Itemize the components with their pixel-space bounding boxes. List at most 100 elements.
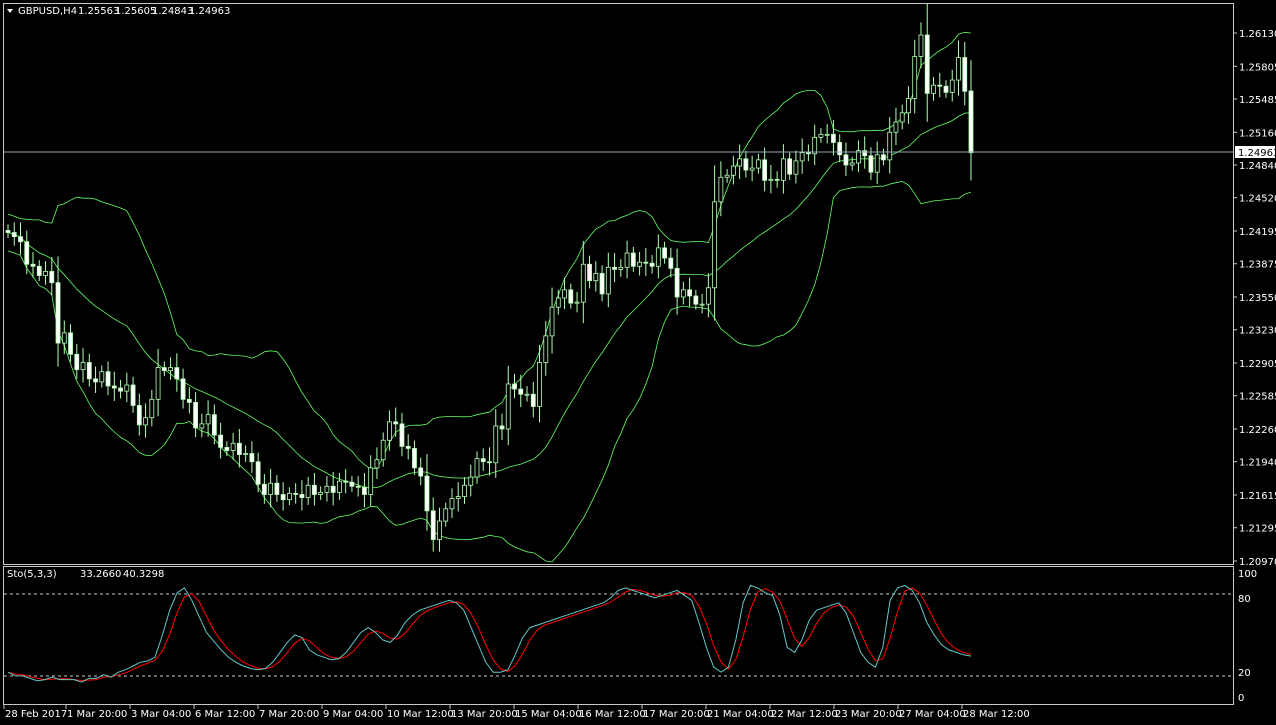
price-tick-label: 1.25160 — [1239, 128, 1276, 139]
time-tick-label: 15 Mar 04:00 — [515, 709, 582, 720]
price-tick-label: 1.22905 — [1239, 359, 1276, 370]
candle-body — [680, 289, 686, 298]
candle-body — [562, 289, 567, 299]
candle-body — [330, 485, 336, 493]
candle-body — [199, 423, 205, 429]
candle-body — [499, 425, 505, 430]
time-tick-label: 9 Mar 04:00 — [323, 709, 383, 720]
price-tick-label: 1.26130 — [1239, 29, 1276, 40]
candle-body — [362, 486, 367, 495]
candle-body — [480, 458, 486, 463]
candle-body — [249, 453, 255, 463]
candle-body — [781, 158, 786, 181]
candle-body — [30, 263, 36, 267]
candle-body — [143, 417, 148, 426]
candle-body — [724, 174, 730, 178]
candle-body — [324, 485, 330, 493]
chart-window[interactable]: GBPUSD,H4 1.25563 1.25605 1.24843 1.2496… — [0, 0, 1276, 725]
candle-body — [743, 158, 749, 171]
candle-body — [443, 508, 449, 522]
candle-body — [649, 262, 655, 267]
candle-body — [705, 287, 711, 305]
oscillator-pane[interactable] — [3, 566, 1234, 705]
candle-body — [368, 467, 374, 495]
stoch-name: Sto(5,3,3) — [7, 569, 57, 580]
candle-body — [68, 332, 73, 355]
candle-body — [655, 247, 661, 267]
candle-body — [593, 273, 599, 282]
stoch-tick-label: 80 — [1238, 594, 1251, 605]
candle-body — [687, 289, 693, 297]
price-tick-label: 1.25485 — [1239, 95, 1276, 106]
candle-body — [937, 84, 943, 87]
candle-body — [61, 332, 67, 344]
stoch-tick-label: 100 — [1238, 569, 1257, 580]
candle-body — [318, 492, 324, 495]
time-tick-label: 28 Feb 2017 — [5, 709, 67, 720]
candle-body — [261, 483, 267, 495]
low-value: 1.24843 — [152, 6, 193, 17]
price-tick-label: 1.21295 — [1239, 524, 1276, 535]
candle-body — [530, 393, 536, 407]
candle-body — [299, 494, 305, 498]
time-axis[interactable]: 28 Feb 2017 1 Mar 20:00 3 Mar 04:00 6 Mar 1… — [3, 705, 1030, 720]
candle-body — [637, 261, 642, 267]
stoch-tick-label: 0 — [1238, 693, 1244, 704]
candle-body — [193, 401, 198, 429]
candle-body — [118, 387, 123, 392]
candle-body — [280, 494, 286, 501]
candle-body — [599, 273, 605, 295]
price-tick-label: 1.22585 — [1239, 392, 1276, 403]
candle-body — [149, 398, 155, 419]
time-tick-label: 21 Mar 04:00 — [707, 709, 774, 720]
candle-body — [387, 421, 392, 441]
candle-body — [662, 247, 667, 259]
price-axis[interactable]: 1.26130 1.25805 1.25485 1.25160 1.24840 1.245… — [1233, 29, 1276, 568]
time-tick-label: 7 Mar 20:00 — [259, 709, 319, 720]
candle-body — [18, 236, 23, 243]
candle-body — [956, 57, 961, 81]
candle-body — [787, 158, 793, 175]
price-tick-label: 1.25805 — [1239, 62, 1276, 73]
stoch-main-value: 33.2660 — [80, 569, 121, 580]
candle-body — [462, 484, 467, 497]
stoch-header: Sto(5,3,3) 33.2660 40.3298 — [7, 569, 164, 580]
candle-body — [543, 335, 549, 363]
current-price-label: 1.24963 — [1238, 148, 1276, 159]
candle-body — [430, 510, 436, 540]
candle-body — [136, 405, 142, 426]
stoch-axis: 100 80 20 0 — [1238, 569, 1257, 704]
candle-body — [730, 165, 736, 176]
candle-body — [849, 162, 855, 166]
candle-body — [618, 266, 624, 270]
current-price-tag: 1.24963 — [1235, 146, 1276, 159]
price-tick-label: 1.20970 — [1239, 557, 1276, 568]
candle-body — [712, 201, 718, 289]
symbol-label: GBPUSD,H4 — [18, 6, 77, 17]
candle-body — [5, 230, 11, 233]
candle-body — [518, 388, 524, 395]
candle-body — [856, 150, 861, 164]
candle-body — [749, 167, 755, 171]
candle-body — [818, 133, 824, 138]
candle-body — [399, 423, 405, 447]
candle-body — [24, 241, 30, 265]
candle-body — [474, 458, 480, 478]
time-tick-label: 28 Mar 12:00 — [963, 709, 1030, 720]
candle-body — [674, 267, 680, 298]
candle-body — [111, 385, 117, 389]
candle-body — [893, 121, 899, 133]
candle-body — [624, 252, 630, 268]
main-pane[interactable] — [3, 3, 1234, 565]
candle-body — [36, 265, 42, 276]
candle-body — [161, 367, 167, 372]
candle-body — [668, 257, 674, 269]
candle-body — [405, 445, 411, 449]
candle-body — [605, 266, 611, 295]
candle-body — [493, 425, 499, 464]
candle-body — [412, 448, 417, 469]
candle-body — [349, 481, 355, 487]
candle-body — [236, 442, 242, 455]
candle-body — [418, 467, 424, 477]
candle-body — [211, 414, 217, 436]
